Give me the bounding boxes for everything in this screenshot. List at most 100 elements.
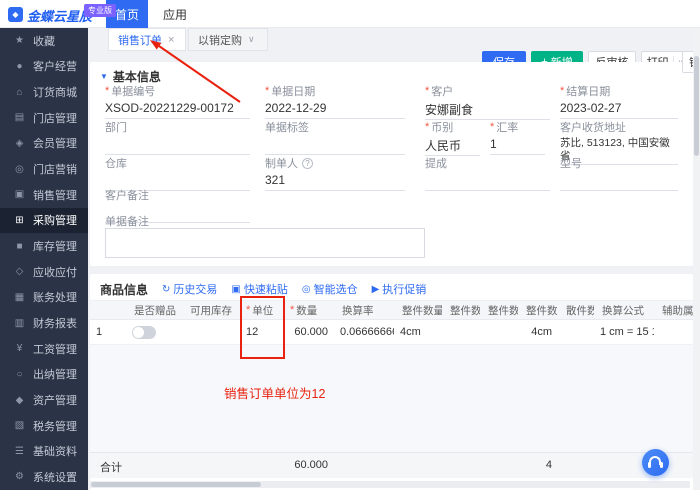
sidebar-item-icon: ⌂	[13, 87, 26, 98]
sidebar-item[interactable]: ▧ 税务管理	[0, 413, 88, 439]
field-bill-no: *单据编号 XSOD-20221229-00172	[105, 84, 250, 119]
collapse-icon[interactable]: ▼	[100, 72, 108, 81]
sidebar-item[interactable]: ▤ 门店管理	[0, 105, 88, 131]
sidebar-item-label: 收藏	[33, 33, 55, 49]
goods-toolbar-link[interactable]: ↻ 历史交易	[162, 281, 217, 297]
field-customer: *客户 安娜副食	[425, 84, 550, 120]
table-header-cell: 整件数3	[442, 301, 480, 319]
unit-cell[interactable]: 12	[240, 320, 284, 344]
sidebar-item[interactable]: ◇ 应收应付	[0, 259, 88, 285]
exchange-rate-input[interactable]: 1	[490, 137, 545, 155]
field-settle-date: *结算日期 2023-02-27	[560, 84, 678, 119]
field-model: 型号	[560, 156, 678, 191]
goods-toolbar-link[interactable]: ▶ 执行促销	[372, 281, 427, 297]
total-row: 合计 60.000 4	[90, 452, 693, 478]
bill-no-input[interactable]: XSOD-20221229-00172	[105, 101, 250, 119]
sidebar-item[interactable]: ◈ 会员管理	[0, 131, 88, 157]
sidebar-item[interactable]: ■ 库存管理	[0, 233, 88, 259]
sidebar-item-icon: ◎	[13, 164, 26, 175]
tab-sales-order[interactable]: 销售订单 ×	[108, 28, 186, 51]
field-creator: 制单人 ? 321	[265, 156, 405, 191]
aux-cell[interactable]	[654, 320, 693, 344]
horizontal-scrollbar	[90, 481, 690, 488]
department-input[interactable]	[105, 137, 250, 155]
table-row: 1 12 60.000 0.0666666667 4cm 4cm 1 cm = …	[90, 320, 693, 345]
sidebar-item-label: 基础资料	[33, 443, 77, 459]
sidebar-item-label: 门店营销	[33, 161, 77, 177]
horizontal-scrollbar-thumb[interactable]	[91, 482, 261, 487]
top-bar: ◆ 金蝶云星辰 专业版 首页 应用	[0, 0, 700, 28]
sidebar-item[interactable]: ◆ 资产管理	[0, 387, 88, 413]
tab-purchase-by-sales[interactable]: 以销定购 ∨	[188, 28, 268, 51]
table-header-cell: 整件数1	[518, 301, 558, 319]
sidebar-item-label: 门店管理	[33, 110, 77, 126]
pack2-cell[interactable]	[480, 320, 518, 344]
sidebar-item-icon: ▧	[13, 420, 26, 431]
loose-qty-cell[interactable]	[558, 320, 594, 344]
formula-cell[interactable]: 1 cm = 15 12	[594, 320, 654, 344]
rate-cell[interactable]: 0.0666666667	[334, 320, 394, 344]
sidebar-item[interactable]: ¥ 工资管理	[0, 336, 88, 362]
app-logo: 金蝶云星辰	[27, 6, 92, 25]
row-number-cell[interactable]: 1	[90, 320, 126, 344]
currency-input[interactable]: 人民币	[425, 137, 480, 156]
table-header-cell: 整件数量	[394, 301, 442, 319]
sidebar-item-icon: ▤	[13, 112, 26, 123]
sidebar-item-label: 税务管理	[33, 418, 77, 434]
vertical-scrollbar-thumb[interactable]	[694, 56, 699, 156]
pack-qty-cell[interactable]: 4cm	[394, 320, 442, 344]
bill-date-input[interactable]: 2022-12-29	[265, 101, 405, 119]
total-qty: 60.000	[284, 459, 334, 471]
field-bill-remark: 单据备注	[105, 214, 250, 228]
stock-cell[interactable]	[182, 320, 240, 344]
sidebar-item-icon: ⊞	[13, 215, 26, 226]
model-input[interactable]	[560, 173, 678, 191]
sidebar-item[interactable]: ▣ 销售管理	[0, 182, 88, 208]
sidebar-item[interactable]: ⊞ 采购管理	[0, 208, 88, 234]
table-empty-area	[90, 345, 693, 452]
pack3-cell[interactable]	[442, 320, 480, 344]
sidebar-item-label: 出纳管理	[33, 366, 77, 382]
sidebar-item[interactable]: ○ 出纳管理	[0, 362, 88, 388]
table-header-cell: 换算率	[334, 301, 394, 319]
gift-toggle[interactable]	[132, 326, 156, 339]
table-header-cell: *单位	[240, 301, 284, 319]
sidebar-item-label: 财务报表	[33, 315, 77, 331]
sidebar-item-icon: ▣	[13, 189, 26, 200]
sidebar-item-icon: ◈	[13, 138, 26, 149]
sidebar-item[interactable]: ▥ 财务报表	[0, 310, 88, 336]
customer-input[interactable]: 安娜副食	[425, 101, 550, 120]
sidebar-item-icon: ⚙	[13, 471, 26, 482]
help-float-button[interactable]	[642, 449, 669, 476]
pack1-cell[interactable]: 4cm	[518, 320, 558, 344]
sidebar-item-icon: ▥	[13, 318, 26, 329]
sidebar-item[interactable]: ★ 收藏	[0, 28, 88, 54]
sidebar-item-label: 会员管理	[33, 135, 77, 151]
sidebar-item[interactable]: ⚙ 系统设置	[0, 464, 88, 490]
sidebar-item[interactable]: ⌂ 订货商城	[0, 79, 88, 105]
sidebar-item-label: 采购管理	[33, 212, 77, 228]
commission-input[interactable]	[425, 173, 550, 191]
vertical-scrollbar	[693, 28, 700, 490]
field-currency: *币别 人民币	[425, 120, 480, 156]
qty-cell[interactable]: 60.000	[284, 320, 334, 344]
chevron-down-icon[interactable]: ∨	[248, 34, 255, 45]
sidebar-item[interactable]: ▦ 账务处理	[0, 285, 88, 311]
goods-toolbar-link[interactable]: ▣ 快速粘贴	[231, 281, 287, 297]
close-icon[interactable]: ×	[168, 34, 174, 46]
goods-toolbar-link[interactable]: ◎ 智能选仓	[302, 281, 358, 297]
bill-tag-input[interactable]	[265, 137, 405, 155]
sidebar-item-label: 订货商城	[33, 84, 77, 100]
sidebar-item[interactable]: ☰ 基础资料	[0, 439, 88, 465]
nav-tab-apps[interactable]: 应用	[154, 0, 196, 28]
settle-date-input[interactable]: 2023-02-27	[560, 101, 678, 119]
tab-purchase-by-sales-label: 以销定购	[198, 32, 242, 48]
gift-cell	[126, 320, 182, 344]
info-icon[interactable]: ?	[302, 158, 313, 169]
sidebar-item[interactable]: ◎ 门店营销	[0, 156, 88, 182]
bill-remark-textarea[interactable]	[105, 228, 425, 258]
sidebar-item[interactable]: ● 客户经营	[0, 54, 88, 80]
sidebar-item-label: 工资管理	[33, 341, 77, 357]
edition-badge: 专业版	[84, 4, 116, 17]
creator-input[interactable]: 321	[265, 173, 405, 191]
